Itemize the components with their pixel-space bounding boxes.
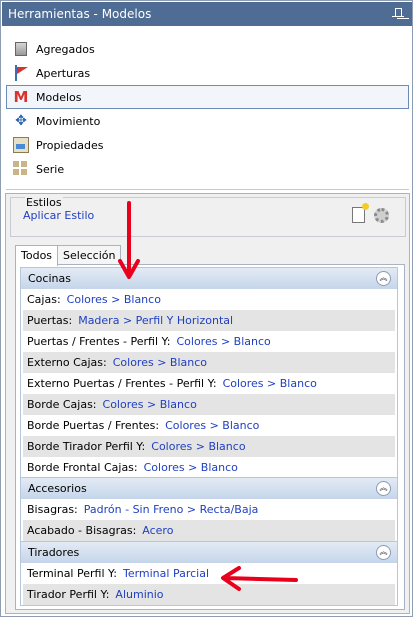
property-label: Borde Tirador Perfil Y: — [27, 440, 146, 453]
nav-item-modelos[interactable]: M Modelos — [6, 85, 409, 109]
propiedades-icon — [13, 137, 29, 153]
property-value[interactable]: Terminal Parcial — [123, 567, 209, 580]
group-accesorios: Accesorios ︽ Bisagras: Padrón - Sin Freno… — [20, 477, 398, 542]
nav-item-label: Aperturas — [36, 66, 91, 80]
property-value[interactable]: Colores > Blanco — [165, 419, 259, 432]
tool-nav-list: Agregados Aperturas M Modelos ✥ Movimien… — [6, 37, 409, 181]
property-row[interactable]: Puertas: Madera > Perfil Y Horizontal — [23, 310, 395, 331]
nav-item-label: Propiedades — [36, 138, 104, 152]
nav-item-serie[interactable]: Serie — [6, 157, 409, 181]
gear-icon[interactable] — [374, 208, 389, 223]
group-title: Tiradores — [28, 546, 80, 559]
nav-item-agregados[interactable]: Agregados — [6, 37, 409, 61]
property-value[interactable]: Colores > Blanco — [223, 377, 317, 390]
property-value[interactable]: Colores > Blanco — [176, 335, 270, 348]
modelos-icon: M — [13, 88, 29, 106]
property-row[interactable]: Borde Cajas: Colores > Blanco — [23, 394, 395, 415]
property-label: Externo Cajas: — [27, 356, 107, 369]
pin-icon[interactable] — [392, 7, 404, 21]
agregados-icon — [15, 42, 27, 56]
property-row[interactable]: Cajas: Colores > Blanco — [23, 289, 395, 310]
property-row[interactable]: Puertas / Frentes - Perfil Y: Colores > B… — [23, 331, 395, 352]
nav-item-label: Serie — [36, 162, 65, 176]
property-value[interactable]: Acero — [142, 524, 173, 537]
property-row[interactable]: Borde Tirador Perfil Y: Colores > Blanco — [23, 436, 395, 457]
serie-icon — [13, 161, 29, 177]
property-row[interactable]: Acabado - Bisagras: Acero — [23, 520, 395, 541]
group-header[interactable]: Cocinas ︽ — [21, 268, 397, 289]
annotation-arrow-down — [118, 201, 140, 279]
property-row[interactable]: Tirador Perfil Y: Aluminio — [23, 584, 395, 605]
property-value[interactable]: Aluminio — [115, 588, 163, 601]
nav-item-movimiento[interactable]: ✥ Movimiento — [6, 109, 409, 133]
property-value[interactable]: Colores > Blanco — [144, 461, 238, 474]
aperturas-icon — [13, 65, 29, 81]
property-row[interactable]: Externo Puertas / Frentes - Perfil Y: Col… — [23, 373, 395, 394]
property-label: Externo Puertas / Frentes - Perfil Y: — [27, 377, 217, 390]
property-value[interactable]: Colores > Blanco — [67, 293, 161, 306]
property-label: Borde Cajas: — [27, 398, 97, 411]
group-header[interactable]: Accesorios ︽ — [21, 478, 397, 499]
collapse-icon[interactable]: ︽ — [376, 481, 391, 496]
nav-item-label: Modelos — [36, 90, 82, 104]
nav-item-aperturas[interactable]: Aperturas — [6, 61, 409, 85]
property-row[interactable]: Terminal Perfil Y: Terminal Parcial — [23, 563, 395, 584]
group-tiradores: Tiradores ︽ Terminal Perfil Y: Terminal P… — [20, 541, 398, 606]
nav-item-label: Agregados — [36, 42, 95, 56]
tab-content: Cocinas ︽ Cajas: Colores > Blanco Puertas… — [15, 264, 405, 610]
property-row[interactable]: Borde Frontal Cajas: Colores > Blanco — [23, 457, 395, 478]
annotation-arrow-left — [221, 566, 298, 591]
property-value[interactable]: Madera > Perfil Y Horizontal — [78, 314, 233, 327]
property-label: Puertas / Frentes - Perfil Y: — [27, 335, 171, 348]
group-title: Accesorios — [28, 482, 87, 495]
property-label: Borde Frontal Cajas: — [27, 461, 138, 474]
collapse-icon[interactable]: ︽ — [376, 545, 391, 560]
property-row[interactable]: Borde Puertas / Frentes: Colores > Blanco — [23, 415, 395, 436]
property-row[interactable]: Externo Cajas: Colores > Blanco — [23, 352, 395, 373]
property-value[interactable]: Colores > Blanco — [113, 356, 207, 369]
panel-title: Herramientas - Modelos — [8, 7, 152, 21]
property-label: Tirador Perfil Y: — [27, 588, 110, 601]
property-row[interactable]: Bisagras: Padrón - Sin Freno > Recta/Baja — [23, 499, 395, 520]
property-value[interactable]: Colores > Blanco — [151, 440, 245, 453]
estilos-label: Estilos — [25, 196, 63, 209]
nav-item-label: Movimiento — [36, 114, 101, 128]
tab-todos[interactable]: Todos — [15, 245, 59, 266]
property-label: Bisagras: — [27, 503, 78, 516]
collapse-icon[interactable]: ︽ — [376, 271, 391, 286]
panel-titlebar: Herramientas - Modelos — [2, 2, 412, 26]
property-label: Cajas: — [27, 293, 61, 306]
tool-panel: Herramientas - Modelos Agregados Apertur… — [0, 0, 413, 617]
property-label: Terminal Perfil Y: — [27, 567, 117, 580]
new-style-icon[interactable] — [352, 203, 369, 223]
apply-style-link[interactable]: Aplicar Estilo — [23, 209, 94, 222]
nav-item-propiedades[interactable]: Propiedades — [6, 133, 409, 157]
group-cocinas: Cocinas ︽ Cajas: Colores > Blanco Puertas… — [20, 267, 398, 479]
group-title: Cocinas — [28, 272, 71, 285]
property-label: Puertas: — [27, 314, 73, 327]
tab-seleccion[interactable]: Selección — [57, 245, 122, 265]
property-label: Borde Puertas / Frentes: — [27, 419, 160, 432]
group-header[interactable]: Tiradores ︽ — [21, 542, 397, 563]
property-label: Acabado - Bisagras: — [27, 524, 137, 537]
property-value[interactable]: Colores > Blanco — [103, 398, 197, 411]
property-value[interactable]: Padrón - Sin Freno > Recta/Baja — [84, 503, 259, 516]
movimiento-icon: ✥ — [15, 113, 27, 129]
divider — [6, 189, 409, 190]
filter-tabs: Todos Selección — [15, 245, 122, 266]
